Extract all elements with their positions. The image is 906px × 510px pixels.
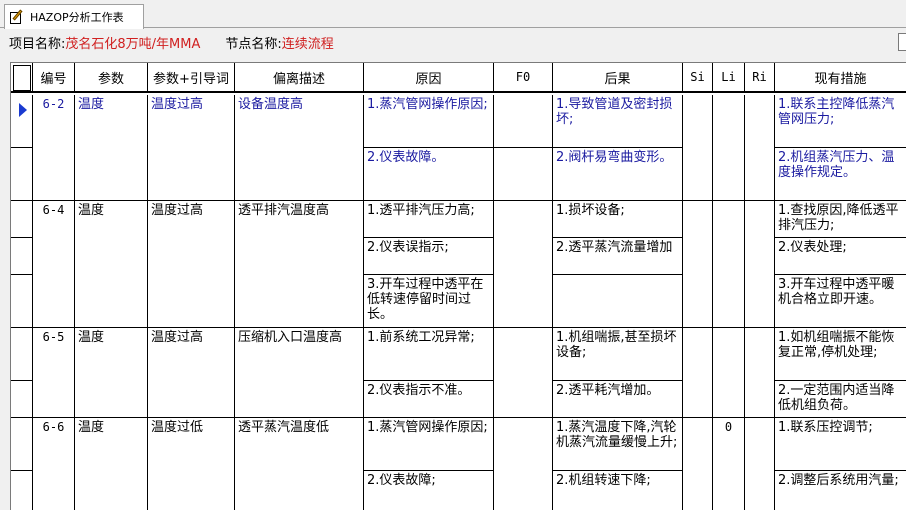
row-selector[interactable] [11,238,33,275]
cell-id[interactable]: 6-5 [33,328,75,418]
cell-measure[interactable]: 2.机组蒸汽压力、温度操作规定。 [775,148,906,201]
cell-param[interactable]: 温度 [75,95,148,201]
cell-ri[interactable] [745,328,775,418]
document-tab-strip: HAZOP分析工作表 [0,0,906,29]
select-all-header[interactable] [11,63,33,93]
row-selector[interactable] [11,95,33,148]
column-header-guideword[interactable]: 参数+引导词 [148,63,235,93]
cell-cause[interactable]: 3.开车过程中透平在低转速停留时间过长。 [364,275,494,328]
cell-measure[interactable]: 1.查找原因,降低透平排汽压力; [775,201,906,238]
hazop-grid: 编号 参数 参数+引导词 偏离描述 原因 F0 后果 Si Li Ri 现有措施… [10,62,906,510]
cell-si[interactable] [683,418,713,510]
cell-deviation[interactable]: 透平蒸汽温度低 [235,418,364,510]
cell-cause[interactable]: 2.仪表指示不准。 [364,381,494,418]
cell-guideword[interactable]: 温度过高 [148,201,235,328]
cell-id[interactable]: 6-2 [33,95,75,201]
cell-si[interactable] [683,95,713,201]
cell-guideword[interactable]: 温度过高 [148,95,235,201]
cell-cause[interactable]: 1.蒸汽管网操作原因; [364,95,494,148]
cell-guideword[interactable]: 温度过高 [148,328,235,418]
column-header-si[interactable]: Si [683,63,713,93]
project-name-value: 茂名石化8万吨/年MMA [65,37,201,52]
cell-param[interactable]: 温度 [75,418,148,510]
cell-measure[interactable]: 2.调整后系统用汽量; [775,471,906,510]
cell-consequence[interactable]: 2.透平耗汽增加。 [553,381,683,418]
current-row-arrow-icon [19,103,27,117]
column-header-f0[interactable]: F0 [494,63,553,93]
cell-consequence[interactable]: 1.机组喘振,甚至损坏设备; [553,328,683,381]
cell-consequence[interactable]: 2.透平蒸汽流量增加 [553,238,683,275]
node-name-label: 节点名称: [225,37,282,52]
cell-measure[interactable]: 1.联系压控调节; [775,418,906,471]
cell-si[interactable] [683,328,713,418]
project-info-bar: 项目名称: 茂名石化8万吨/年MMA 节点名称: 连续流程 [0,29,906,56]
node-name-value: 连续流程 [281,37,334,52]
tab-label: HAZOP分析工作表 [30,11,124,24]
cell-deviation[interactable]: 设备温度高 [235,95,364,201]
cell-consequence[interactable]: 1.损坏设备; [553,201,683,238]
cell-li[interactable] [713,328,745,418]
cell-cause[interactable]: 2.仪表误指示; [364,238,494,275]
column-header-li[interactable]: Li [713,63,745,93]
cell-id[interactable]: 6-6 [33,418,75,510]
toolbar-button[interactable] [898,33,906,51]
tab-hazop-worksheet[interactable]: HAZOP分析工作表 [4,4,144,29]
cell-consequence[interactable]: 2.机组转速下降; [553,471,683,510]
cell-consequence[interactable]: 2.阀杆易弯曲变形。 [553,148,683,201]
cell-measure[interactable]: 1.联系主控降低蒸汽管网压力; [775,95,906,148]
cell-measure[interactable]: 3.开车过程中透平暖机合格立即开速。 [775,275,906,328]
column-header-measures[interactable]: 现有措施 [775,63,906,93]
column-header-deviation[interactable]: 偏离描述 [235,63,364,93]
cell-param[interactable]: 温度 [75,201,148,328]
cell-ri[interactable] [745,201,775,328]
cell-id[interactable]: 6-4 [33,201,75,328]
cell-consequence[interactable]: 1.导致管道及密封损坏; [553,95,683,148]
cell-si[interactable] [683,201,713,328]
column-header-param[interactable]: 参数 [75,63,148,93]
cell-li[interactable] [713,201,745,328]
row-selector[interactable] [11,328,33,381]
cell-li[interactable]: 0 [713,418,745,510]
cell-f0[interactable] [494,201,553,328]
row-selector[interactable] [11,275,33,328]
column-header-ri[interactable]: Ri [745,63,775,93]
cell-measure[interactable]: 2.一定范围内适当降低机组负荷。 [775,381,906,418]
cell-deviation[interactable]: 透平排汽温度高 [235,201,364,328]
cell-f0[interactable] [494,148,553,201]
cell-consequence[interactable] [553,275,683,328]
cell-param[interactable]: 温度 [75,328,148,418]
row-selector[interactable] [11,418,33,471]
cell-cause[interactable]: 1.前系统工况异常; [364,328,494,381]
cell-ri[interactable] [745,95,775,201]
cell-cause[interactable]: 2.仪表故障; [364,471,494,510]
cell-guideword[interactable]: 温度过低 [148,418,235,510]
project-name-label: 项目名称: [9,37,66,52]
edit-sheet-icon [9,9,25,25]
cell-li[interactable] [713,95,745,201]
cell-deviation[interactable]: 压缩机入口温度高 [235,328,364,418]
column-header-consequence[interactable]: 后果 [553,63,683,93]
cell-consequence[interactable]: 1.蒸汽温度下降,汽轮机蒸汽流量缓慢上升; [553,418,683,471]
row-selector[interactable] [11,148,33,201]
cell-cause[interactable]: 2.仪表故障。 [364,148,494,201]
column-header-id[interactable]: 编号 [33,63,75,93]
row-selector[interactable] [11,201,33,238]
cell-measure[interactable]: 1.如机组喘振不能恢复正常,停机处理; [775,328,906,381]
row-selector[interactable] [11,381,33,418]
column-header-cause[interactable]: 原因 [364,63,494,93]
cell-cause[interactable]: 1.蒸汽管网操作原因; [364,418,494,471]
cell-measure[interactable]: 2.仪表处理; [775,238,906,275]
cell-f0[interactable] [494,328,553,418]
cell-f0[interactable] [494,418,553,510]
cell-cause[interactable]: 1.透平排汽压力高; [364,201,494,238]
cell-ri[interactable] [745,418,775,510]
cell-f0[interactable] [494,95,553,148]
row-selector[interactable] [11,471,33,510]
